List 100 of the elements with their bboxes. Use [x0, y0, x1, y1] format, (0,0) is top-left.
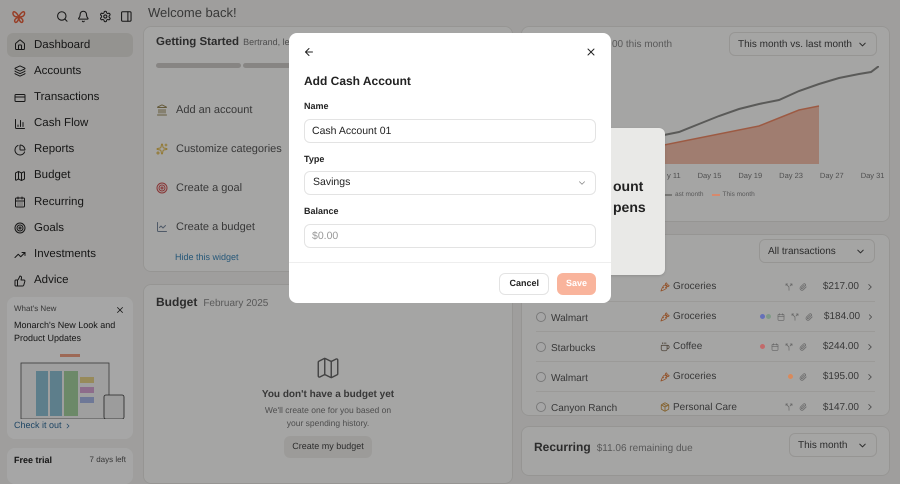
popover-text: ount — [613, 177, 644, 196]
close-icon[interactable] — [585, 46, 597, 58]
card-icon — [14, 92, 26, 104]
package-icon — [660, 402, 670, 412]
bank-icon — [156, 104, 168, 116]
paperclip-icon — [805, 312, 813, 320]
panel-toggle-icon[interactable] — [120, 10, 134, 24]
settings-icon[interactable] — [98, 10, 112, 24]
map-icon — [315, 355, 341, 381]
task-link[interactable]: Add an account — [176, 102, 252, 118]
close-icon[interactable] — [115, 305, 125, 316]
modal-title: Add Cash Account — [304, 73, 412, 90]
sparkles-icon — [156, 142, 168, 155]
home-icon — [14, 39, 26, 52]
task-link[interactable]: Customize categories — [176, 140, 282, 157]
amount-text: $244.00 — [822, 340, 859, 354]
sidebar-item[interactable]: Recurring — [7, 190, 133, 214]
butterfly-logo-icon[interactable] — [11, 8, 27, 25]
merchant-name: Walmart — [551, 312, 588, 324]
split-icon — [785, 342, 793, 350]
sidebar-item[interactable]: Cash Flow — [7, 112, 133, 136]
sidebar-item[interactable]: Goals — [7, 216, 133, 240]
target-icon — [156, 182, 168, 194]
category-label: Personal Care — [673, 400, 737, 414]
carrot-icon — [660, 312, 670, 322]
category-label: Coffee — [673, 340, 702, 354]
paperclip-icon — [799, 342, 807, 350]
sidebar-item[interactable]: Budget — [7, 164, 133, 188]
pie-chart-icon — [14, 144, 26, 156]
paperclip-icon — [799, 372, 807, 380]
card-subtitle: $11.06 remaining due — [596, 442, 693, 456]
back-arrow-icon[interactable] — [303, 46, 315, 58]
card-subtitle: Bertrand, le — [243, 36, 290, 49]
split-icon — [785, 403, 793, 411]
split-icon — [791, 312, 799, 320]
check-it-out-link[interactable]: Check it out — [14, 419, 62, 433]
sidebar-item[interactable]: Accounts — [7, 59, 133, 84]
calendar-icon — [777, 312, 785, 320]
row-checkbox[interactable] — [536, 372, 546, 382]
thumbs-up-icon — [14, 274, 26, 287]
carrot-icon — [660, 372, 670, 382]
amount-text: $217.00 — [822, 280, 859, 294]
period-dropdown[interactable]: This month — [789, 433, 877, 457]
field-label: Balance — [304, 205, 340, 218]
create-budget-button[interactable]: Create my budget — [284, 436, 372, 458]
merchant-name: Canyon Ranch — [551, 403, 618, 414]
sidebar-item[interactable]: Dashboard — [7, 33, 133, 58]
period-dropdown[interactable]: This month vs. last month — [729, 32, 877, 56]
amount-text: $184.00 — [822, 310, 860, 324]
paperclip-icon — [799, 403, 807, 411]
calendar-icon — [14, 196, 26, 208]
merchant-name: Starbucks — [551, 342, 596, 354]
row-checkbox[interactable] — [536, 312, 546, 322]
empty-description: We'll create one for you based on your spending history. — [264, 404, 392, 430]
amount-text: $147.00 — [822, 400, 859, 414]
row-checkbox[interactable] — [536, 342, 546, 352]
page-title: Welcome back! — [148, 4, 237, 22]
target-icon — [14, 222, 26, 234]
task-link[interactable]: Create a budget — [176, 218, 255, 235]
line-chart-icon — [156, 220, 168, 233]
category-label: Groceries — [673, 370, 716, 384]
spending-summary: 00 this month — [612, 38, 672, 52]
layers-icon — [14, 65, 26, 78]
sidebar-item[interactable]: Transactions — [7, 86, 133, 110]
sidebar-item[interactable]: Advice — [7, 268, 133, 293]
merchant-name: Walmart — [551, 372, 588, 384]
empty-title: You don't have a budget yet — [262, 388, 394, 402]
text-input[interactable]: Cash Account 01 — [304, 118, 596, 142]
bell-icon[interactable] — [77, 10, 90, 24]
eyebrow-text: What's New — [14, 303, 56, 316]
bar-chart-icon — [14, 118, 26, 130]
popover-text: pens — [613, 198, 647, 217]
cancel-button[interactable]: Cancel — [499, 272, 549, 294]
sidebar-item[interactable]: Reports — [7, 138, 133, 162]
task-link[interactable]: Create a goal — [176, 180, 242, 196]
carrot-icon — [660, 282, 670, 292]
category-label: Groceries — [673, 310, 716, 324]
amount-text: $195.00 — [822, 370, 859, 384]
card-title: Getting Started — [156, 35, 240, 50]
chevron-right-icon[interactable] — [866, 312, 875, 322]
calendar-icon — [771, 342, 779, 350]
text-input[interactable]: $0.00 — [304, 224, 596, 248]
paperclip-icon — [799, 282, 807, 290]
split-icon — [785, 282, 793, 290]
card-title: Recurring — [534, 439, 591, 456]
type-select[interactable]: Savings — [304, 171, 596, 195]
field-label: Name — [304, 100, 330, 113]
card-subtitle: February 2025 — [203, 297, 268, 311]
field-label: Type — [304, 152, 326, 166]
category-label: Groceries — [673, 280, 716, 294]
card-title: Budget — [156, 294, 198, 311]
trial-remaining: 7 days left — [90, 454, 126, 466]
coffee-cup-icon — [660, 342, 670, 352]
search-icon[interactable] — [56, 10, 68, 24]
trial-title: Free trial — [14, 454, 52, 467]
sidebar-item[interactable]: Investments — [7, 242, 133, 267]
map-icon — [14, 170, 26, 182]
card-title: Monarch's New Look and Product Updates — [14, 319, 116, 346]
row-checkbox[interactable] — [536, 402, 546, 412]
period-dropdown[interactable]: All transactions — [759, 239, 875, 263]
